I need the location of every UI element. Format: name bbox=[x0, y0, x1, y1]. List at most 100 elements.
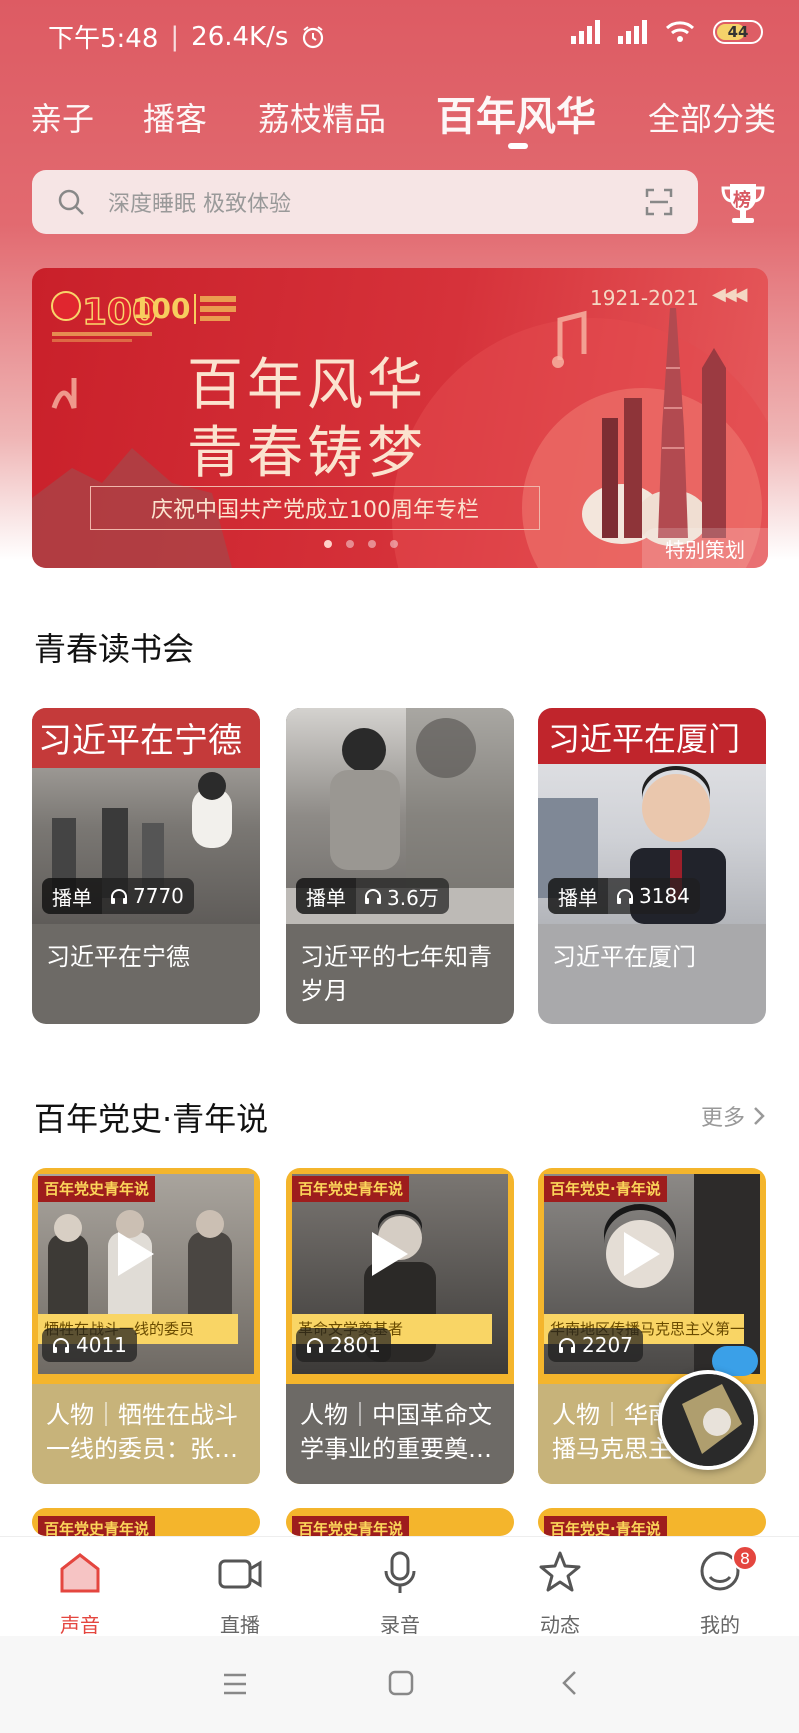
headphones-icon bbox=[307, 1338, 323, 1353]
tab-qinzi[interactable]: 亲子 bbox=[30, 94, 94, 140]
search-bar[interactable]: 深度睡眠 极致体验 bbox=[32, 170, 698, 234]
tab-indicator bbox=[508, 143, 528, 149]
search-placeholder[interactable]: 深度睡眠 极致体验 bbox=[108, 186, 644, 218]
signal-icon bbox=[571, 20, 600, 44]
banner-dot bbox=[368, 540, 376, 548]
section-title-reading-club: 青春读书会 bbox=[34, 630, 195, 668]
status-divider: | bbox=[170, 21, 180, 52]
playlist-title: 习近平的七年知青岁月 bbox=[300, 943, 492, 1005]
category-tabs: 亲子 播客 荔枝精品 百年风华 全部分类 bbox=[0, 80, 799, 160]
home-icon bbox=[60, 1553, 100, 1593]
banner-dot bbox=[346, 540, 354, 548]
section-title-party-history: 百年党史·青年说 bbox=[34, 1100, 269, 1138]
playlist-type-label: 播单 bbox=[42, 878, 102, 914]
notification-badge: 8 bbox=[732, 1545, 758, 1571]
playlist-card[interactable]: 习近平在宁德 播单 7770 习近平在宁德 bbox=[32, 708, 260, 1024]
status-speed: 26.4K/s bbox=[191, 21, 289, 52]
video-series-tag: 百年党史青年说 bbox=[292, 1176, 410, 1202]
back-icon[interactable] bbox=[560, 1670, 578, 1696]
play-count: 2801 bbox=[330, 1333, 381, 1357]
play-icon[interactable] bbox=[118, 1232, 154, 1276]
play-count-badge: 播单 3184 bbox=[548, 878, 700, 914]
banner-title-line2: 青春铸梦 bbox=[187, 421, 427, 486]
promo-banner[interactable]: 100 100 1921-2021 ◀◀◀ 百年风华 青春铸梦 庆祝中国共产党成… bbox=[32, 268, 768, 568]
video-card-peek[interactable]: 百年党史青年说 bbox=[32, 1508, 260, 1536]
search-icon bbox=[58, 189, 84, 215]
floating-player-avatar[interactable] bbox=[658, 1370, 758, 1470]
svg-text:习近平在厦门: 习近平在厦门 bbox=[548, 720, 740, 758]
nav-label: 直播 bbox=[220, 1613, 260, 1637]
alarm-icon bbox=[303, 25, 324, 48]
banner-dot bbox=[324, 540, 332, 548]
headphones-icon bbox=[365, 889, 381, 904]
video-title: 人物｜中国革命文学事业的重要奠… bbox=[286, 1384, 514, 1484]
playlist-type-label: 播单 bbox=[548, 878, 608, 914]
playlist-title: 习近平在宁德 bbox=[46, 943, 190, 971]
play-count-badge: 播单 7770 bbox=[42, 878, 194, 914]
video-series-tag: 百年党史青年说 bbox=[292, 1516, 410, 1536]
nav-label: 我的 bbox=[700, 1613, 740, 1637]
wifi-icon bbox=[665, 21, 695, 42]
play-count-badge: 2801 bbox=[296, 1328, 391, 1362]
tab-all-categories[interactable]: 全部分类 bbox=[648, 94, 776, 140]
play-icon[interactable] bbox=[372, 1232, 408, 1276]
headphones-icon bbox=[53, 1338, 69, 1353]
play-count-badge: 播单 3.6万 bbox=[296, 878, 449, 914]
ncr-100-logo: 100 bbox=[132, 288, 252, 334]
play-count: 2207 bbox=[582, 1333, 633, 1357]
banner-dot bbox=[390, 540, 398, 548]
battery-icon: 44 bbox=[713, 20, 763, 44]
headphones-icon bbox=[559, 1338, 575, 1353]
play-count: 3184 bbox=[639, 884, 690, 908]
trophy-label: 榜 bbox=[733, 190, 751, 211]
status-time: 下午5:48 bbox=[48, 24, 159, 54]
video-card[interactable]: 百年党史青年说 牺牲在战斗一线的委员 4011 人物｜牺牲在战斗一线的委员：张… bbox=[32, 1168, 260, 1484]
svg-text:习近平在宁德: 习近平在宁德 bbox=[38, 721, 242, 761]
more-label: 更多 bbox=[700, 1106, 745, 1131]
banner-arrows-icon: ◀◀◀ bbox=[712, 284, 747, 305]
play-count: 3.6万 bbox=[387, 885, 439, 910]
home-square-icon[interactable] bbox=[388, 1670, 414, 1696]
bottom-navigation: 声音 直播 录音 动态 8 我的 bbox=[0, 1536, 799, 1637]
banner-tag: 特别策划 bbox=[642, 528, 768, 568]
banner-subtitle: 庆祝中国共产党成立100周年专栏 bbox=[90, 486, 540, 530]
video-card-peek[interactable]: 百年党史·青年说 bbox=[538, 1508, 766, 1536]
play-count: 4011 bbox=[76, 1333, 127, 1357]
ranking-trophy-icon[interactable]: 榜 bbox=[718, 178, 768, 228]
signal-icon-2 bbox=[618, 20, 647, 44]
playlist-card[interactable]: 播单 3.6万 习近平的七年知青岁月 bbox=[286, 708, 514, 1024]
city-skyline bbox=[602, 308, 726, 538]
play-icon[interactable] bbox=[624, 1232, 660, 1276]
scan-icon[interactable] bbox=[644, 187, 674, 217]
star-icon bbox=[539, 1551, 581, 1592]
system-navigation-bar bbox=[0, 1636, 799, 1733]
video-title: 人物｜牺牲在战斗一线的委员：张… bbox=[32, 1384, 260, 1484]
video-card-peek[interactable]: 百年党史青年说 bbox=[286, 1508, 514, 1536]
nav-label: 动态 bbox=[540, 1613, 580, 1637]
svg-text:100: 100 bbox=[132, 292, 190, 325]
video-series-tag: 百年党史·青年说 bbox=[544, 1516, 667, 1536]
playlist-cover: 习近平在厦门 播单 3184 bbox=[538, 708, 766, 924]
battery-level: 44 bbox=[727, 23, 749, 41]
banner-pagination bbox=[324, 540, 398, 548]
status-bar: 下午5:48 | 26.4K/s 44 bbox=[0, 0, 799, 72]
video-icon bbox=[218, 1559, 262, 1589]
play-count: 7770 bbox=[133, 884, 184, 908]
mic-icon bbox=[384, 1551, 416, 1593]
video-card[interactable]: 百年党史青年说 革命文学奠基者 2801 人物｜中国革命文学事业的重要奠… bbox=[286, 1168, 514, 1484]
playlist-card[interactable]: 习近平在厦门 播单 3184 习近平在厦门 bbox=[538, 708, 766, 1024]
chevron-right-icon bbox=[754, 1107, 765, 1125]
video-series-tag: 百年党史·青年说 bbox=[544, 1176, 667, 1202]
nav-label: 声音 bbox=[60, 1613, 100, 1637]
tab-bainian-fenghua[interactable]: 百年风华 bbox=[436, 84, 596, 142]
play-count-badge: 4011 bbox=[42, 1328, 137, 1362]
more-link[interactable]: 更多 bbox=[701, 1100, 765, 1132]
playlist-cover: 习近平在宁德 播单 7770 bbox=[32, 708, 260, 924]
tab-boke[interactable]: 播客 bbox=[143, 94, 207, 140]
tab-lizhi-jingpin[interactable]: 荔枝精品 bbox=[258, 94, 386, 140]
nav-label: 录音 bbox=[380, 1613, 420, 1637]
playlist-type-label: 播单 bbox=[296, 878, 356, 914]
banner-years: 1921-2021 bbox=[590, 286, 700, 310]
video-series-tag: 百年党史青年说 bbox=[38, 1516, 156, 1536]
menu-icon[interactable] bbox=[222, 1672, 248, 1696]
